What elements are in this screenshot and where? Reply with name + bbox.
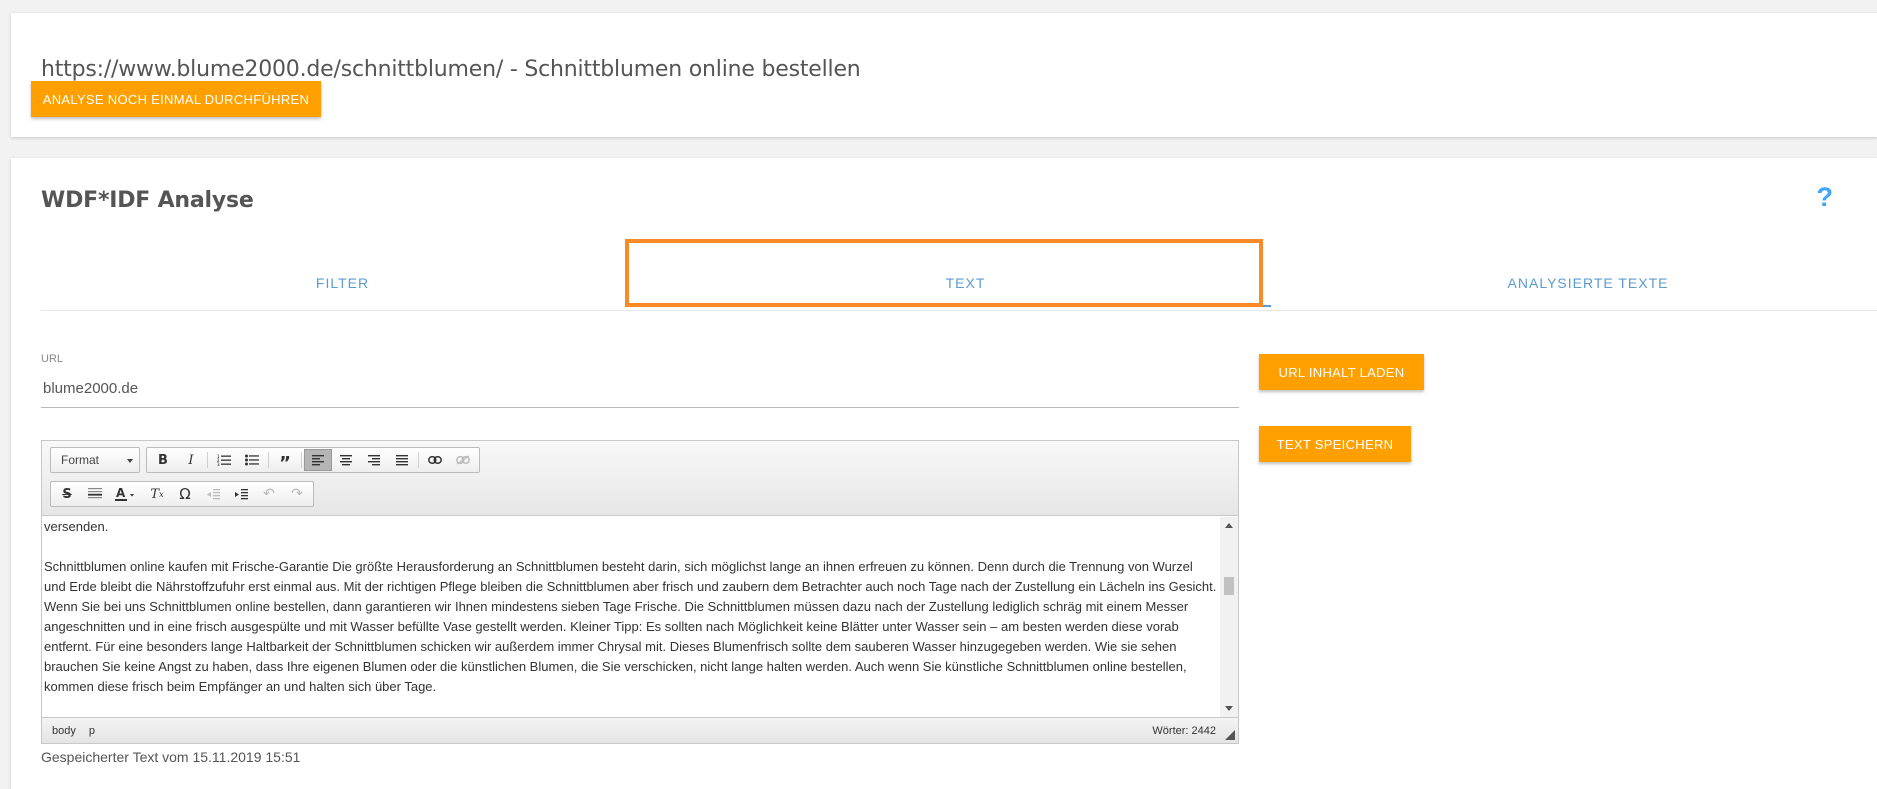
italic-icon[interactable]: I — [177, 449, 205, 471]
horizontal-line-icon[interactable] — [81, 483, 109, 505]
section-title: WDF*IDF Analyse — [41, 188, 254, 213]
clear-format-icon[interactable]: Tx — [143, 483, 171, 505]
scroll-up-arrow-icon[interactable] — [1225, 523, 1233, 528]
saved-timestamp: Gespeicherter Text vom 15.11.2019 15:51 — [41, 749, 301, 765]
toolbar-separator — [207, 452, 208, 468]
align-left-icon[interactable] — [304, 449, 332, 471]
rerun-analysis-button[interactable]: ANALYSE NOCH EINMAL DURCHFÜHREN — [31, 81, 321, 117]
scrollbar-thumb[interactable] — [1224, 577, 1234, 595]
align-right-icon[interactable] — [360, 449, 388, 471]
toolbar-group-formatting: B I 123 ” — [146, 447, 480, 474]
svg-text:3: 3 — [217, 462, 220, 466]
undo-icon[interactable]: ↶ — [255, 483, 283, 505]
redo-icon[interactable]: ↷ — [283, 483, 311, 505]
editor-paragraph: Schnittblumen online kaufen mit Frische-… — [44, 559, 1217, 694]
path-item-p[interactable]: p — [89, 725, 95, 737]
format-dropdown[interactable]: Format — [50, 447, 140, 473]
align-center-icon[interactable] — [332, 449, 360, 471]
editor-toolbar: Format B I 123 ” S A T x Ω ↶ ↷ — [42, 441, 1238, 516]
header-card: https://www.blume2000.de/schnittblumen/ … — [11, 13, 1877, 137]
url-label: URL — [41, 353, 64, 365]
tab-bar: FILTER TEXT ANALYSIERTE TEXTE — [41, 256, 1877, 311]
indent-icon[interactable] — [227, 483, 255, 505]
word-count: Wörter: 2442 — [1152, 725, 1216, 737]
active-tab-indicator — [658, 305, 1271, 307]
svg-text:A: A — [116, 487, 126, 500]
save-text-button[interactable]: TEXT SPEICHERN — [1259, 426, 1411, 462]
bulleted-list-icon[interactable] — [238, 449, 266, 471]
blockquote-icon[interactable]: ” — [271, 449, 299, 474]
tab-analyzed-texts[interactable]: ANALYSIERTE TEXTE — [1277, 256, 1877, 310]
format-dropdown-label: Format — [61, 453, 100, 467]
path-item-body[interactable]: body — [52, 725, 76, 737]
editor-paragraph: versenden. — [44, 519, 109, 534]
strikethrough-icon[interactable]: S — [53, 483, 81, 505]
scroll-down-arrow-icon[interactable] — [1225, 706, 1233, 711]
page-title: https://www.blume2000.de/schnittblumen/ … — [41, 57, 861, 82]
link-icon[interactable] — [421, 449, 449, 471]
toolbar-separator — [418, 452, 419, 468]
analysis-card: WDF*IDF Analyse ? FILTER TEXT ANALYSIERT… — [11, 158, 1877, 789]
bold-icon[interactable]: B — [149, 449, 177, 471]
tab-filter[interactable]: FILTER — [41, 256, 644, 310]
resize-handle-icon[interactable] — [1225, 730, 1235, 740]
tab-text[interactable]: TEXT — [654, 256, 1277, 310]
chevron-down-icon — [127, 459, 133, 463]
text-color-icon[interactable]: A — [109, 483, 143, 505]
text-editor: Format B I 123 ” S A T x Ω ↶ ↷ versenden… — [41, 440, 1239, 744]
element-path: body p — [52, 725, 105, 737]
numbered-list-icon[interactable]: 123 — [210, 449, 238, 471]
toolbar-separator — [268, 452, 269, 468]
special-char-icon[interactable]: Ω — [171, 483, 199, 505]
load-url-button[interactable]: URL INHALT LADEN — [1259, 354, 1424, 390]
toolbar-group-misc: S A Tx Ω ↶ ↷ — [50, 481, 314, 507]
help-icon[interactable]: ? — [1817, 182, 1834, 213]
justify-icon[interactable] — [388, 449, 416, 471]
editor-statusbar: body p Wörter: 2442 — [42, 717, 1238, 743]
tab-text-label: TEXT — [945, 275, 986, 291]
url-input[interactable] — [41, 370, 1239, 408]
editor-scrollbar[interactable] — [1220, 517, 1238, 717]
outdent-icon[interactable] — [199, 483, 227, 505]
unlink-icon[interactable] — [449, 449, 477, 471]
toolbar-separator — [301, 452, 302, 468]
editor-content[interactable]: versenden. Schnittblumen online kaufen m… — [42, 517, 1219, 717]
